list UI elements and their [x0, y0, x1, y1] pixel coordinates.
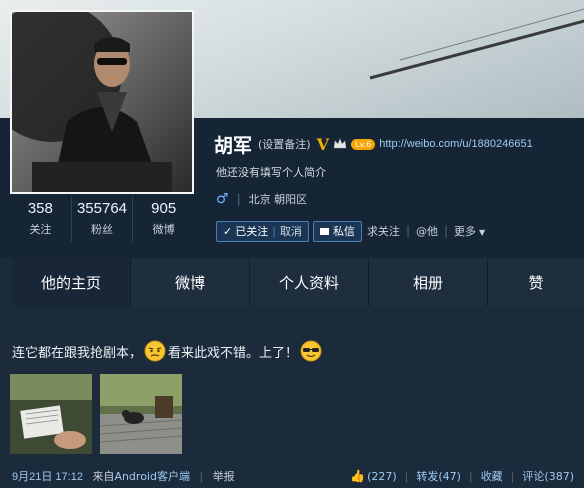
- post-time-link[interactable]: 9月21日 17:12: [12, 471, 83, 483]
- divider: |: [405, 224, 410, 238]
- mail-icon: [319, 227, 329, 235]
- tab-likes[interactable]: 赞: [488, 258, 584, 306]
- request-follow-link[interactable]: 求关注: [367, 223, 400, 239]
- like-count: (227): [367, 470, 397, 483]
- post-images: [10, 374, 184, 454]
- source-app-link[interactable]: Android客户端: [114, 470, 190, 483]
- check-icon: ✓: [223, 224, 233, 238]
- divider: |: [199, 470, 204, 483]
- followed-label: 已关注: [235, 225, 269, 238]
- cover-decoration: [369, 8, 584, 80]
- weibo-count[interactable]: 905 微博: [133, 196, 194, 242]
- comment-button[interactable]: 评论(387): [522, 468, 574, 484]
- divider: |: [404, 469, 409, 483]
- post-footer: 9月21日 17:12 来自Android客户端 | 举报 👍 (227) | 转…: [0, 464, 584, 488]
- thumbs-up-icon: 👍: [350, 469, 366, 483]
- location-row: ♂ | 北京 朝阳区: [216, 191, 307, 207]
- unfollow-button[interactable]: 取消: [280, 223, 302, 239]
- count-label: 微博: [152, 223, 175, 236]
- male-icon: ♂: [216, 191, 229, 207]
- post-text-part1: 连它都在跟我抢剧本，: [12, 345, 143, 361]
- location-text: 北京 朝阳区: [248, 193, 308, 206]
- verified-icon[interactable]: V: [317, 135, 329, 154]
- tab-weibo[interactable]: 微博: [131, 258, 250, 306]
- message-button[interactable]: 私信: [312, 220, 362, 242]
- post-text: 连它都在跟我抢剧本， 看来此戏不错。上了！: [12, 340, 324, 362]
- count-value: 358: [27, 200, 53, 217]
- message-label: 私信: [332, 225, 355, 238]
- followed-button[interactable]: ✓ 已关注 | 取消: [216, 220, 309, 242]
- set-remark-link[interactable]: (设置备注): [258, 136, 311, 152]
- user-name: 胡军: [214, 134, 253, 157]
- post-meta: 9月21日 17:12 来自Android客户端 | 举报: [12, 468, 235, 484]
- source-prefix: 来自: [92, 470, 115, 483]
- count-label: 关注: [29, 223, 52, 236]
- mention-link[interactable]: @他: [416, 223, 438, 239]
- divider: |: [272, 224, 276, 238]
- profile-counts: 358 关注 355764 粉丝 905 微博: [10, 196, 194, 242]
- divider: |: [443, 224, 449, 238]
- avatar[interactable]: [10, 10, 194, 194]
- count-value: 905: [151, 200, 177, 217]
- post-image-thumbnail[interactable]: [10, 374, 92, 454]
- following-count[interactable]: 358 关注: [10, 196, 72, 242]
- profile-actions: ✓ 已关注 | 取消 私信 求关注 | @他 | 更多 ▼: [216, 220, 485, 242]
- followers-count[interactable]: 355764 粉丝: [72, 196, 134, 242]
- annoyed-face-icon: [144, 340, 166, 362]
- count-value: 355764: [76, 200, 128, 217]
- chevron-down-icon: ▼: [479, 228, 486, 237]
- profile-tabs: 他的主页 微博 个人资料 相册 赞: [12, 258, 584, 306]
- post-stats: 👍 (227) | 转发(47) | 收藏 | 评论(387): [350, 468, 574, 484]
- more-menu[interactable]: 更多 ▼: [454, 223, 485, 239]
- divider: |: [510, 469, 515, 483]
- post-text-part2: 看来此戏不错。上了！: [168, 345, 299, 361]
- cool-face-icon: [300, 340, 322, 362]
- tab-album[interactable]: 相册: [369, 258, 488, 306]
- repost-button[interactable]: 转发(47): [416, 468, 461, 484]
- crown-icon[interactable]: [333, 135, 347, 154]
- report-link[interactable]: 举报: [213, 470, 235, 483]
- more-label: 更多: [454, 225, 477, 238]
- tab-home[interactable]: 他的主页: [12, 258, 131, 306]
- profile-url-link[interactable]: http://weibo.com/u/1880246651: [379, 138, 533, 150]
- like-button[interactable]: 👍 (227): [350, 469, 397, 483]
- level-badge[interactable]: Lv.6: [351, 138, 376, 150]
- divider: |: [468, 469, 473, 483]
- tab-profile-info[interactable]: 个人资料: [250, 258, 369, 306]
- profile-intro: 他还没有填写个人简介: [216, 166, 326, 179]
- post-image-thumbnail[interactable]: [100, 374, 182, 454]
- name-row: 胡军 (设置备注) V Lv.6 http://weibo.com/u/1880…: [214, 131, 533, 157]
- favorite-button[interactable]: 收藏: [481, 468, 503, 484]
- count-label: 粉丝: [91, 223, 113, 236]
- divider: |: [236, 192, 241, 206]
